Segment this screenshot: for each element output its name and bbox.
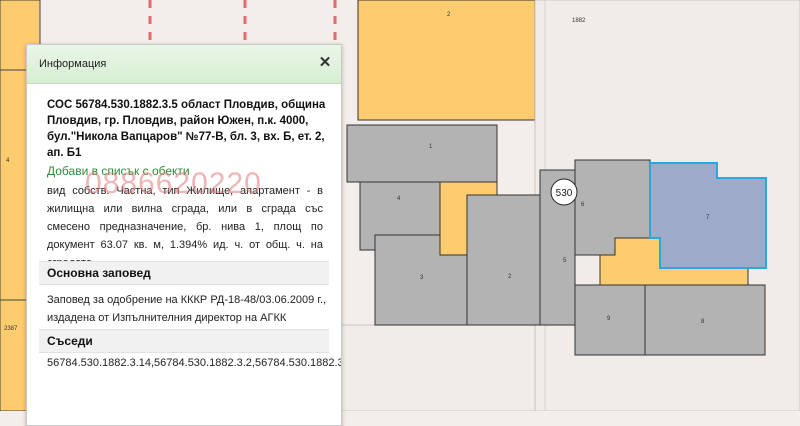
section-title-neighbours: Съседи	[47, 334, 93, 348]
neighbours-list: 56784.530.1882.3.14,56784.530.1882.3.2,5…	[47, 357, 342, 369]
cadastre-object-title: СОС 56784.530.1882.3.5 област Пловдив, о…	[47, 99, 326, 159]
property-description: вид собств. Частна, тип Жилище, апартаме…	[47, 185, 323, 269]
section-header-order: Основна заповед	[39, 261, 329, 285]
section-header-neighbours: Съседи	[39, 329, 329, 353]
info-panel-title: Информация	[39, 58, 107, 70]
order-text: Заповед за одобрение на КККР РД-18-48/03…	[47, 294, 327, 324]
building-unit-1[interactable]	[346, 124, 498, 183]
info-panel-header: Информация ✕	[27, 45, 341, 84]
building-unit-8[interactable]	[644, 284, 766, 356]
building-unit-2[interactable]	[466, 194, 541, 326]
building-number-label: 530	[556, 188, 573, 199]
parcel-label-1882: 1882	[572, 18, 586, 24]
info-panel: Информация ✕ СОС 56784.530.1882.3.5 обла…	[26, 44, 342, 426]
parcel-label-2387: 2387	[4, 326, 18, 332]
close-icon[interactable]: ✕	[315, 53, 335, 73]
section-title-order: Основна заповед	[47, 266, 151, 280]
add-to-list-link[interactable]: Добави в списък с обекти	[47, 164, 190, 178]
parcel-2[interactable]	[357, 0, 536, 121]
parcel-bottom	[339, 324, 536, 411]
